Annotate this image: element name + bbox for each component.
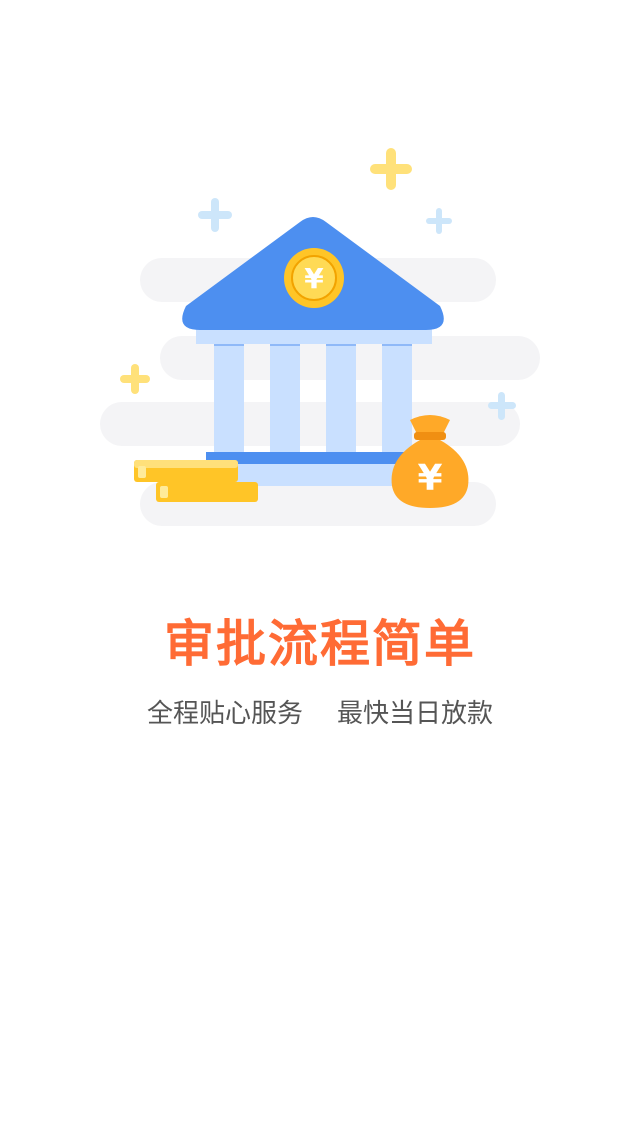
- yuan-coin-icon: ¥: [284, 248, 344, 308]
- sparkle-plus-icon: [426, 208, 452, 234]
- onboarding-screen: ¥ ¥ 审批流程简单 全程贴心服务 最快当日放款: [0, 0, 640, 1136]
- money-bag-symbol: ¥: [417, 458, 442, 499]
- coin-symbol: ¥: [304, 262, 324, 295]
- sparkle-plus-icon: [198, 198, 232, 232]
- subtitle-left: 全程贴心服务: [146, 699, 303, 729]
- sparkle-plus-icon: [120, 364, 150, 394]
- page-title: 审批流程简单: [164, 615, 476, 673]
- sparkle-plus-icon: [370, 148, 412, 190]
- subtitle-right: 最快当日放款: [337, 699, 494, 729]
- subtitle: 全程贴心服务 最快当日放款: [0, 696, 640, 732]
- bank-illustration: ¥ ¥: [100, 148, 540, 526]
